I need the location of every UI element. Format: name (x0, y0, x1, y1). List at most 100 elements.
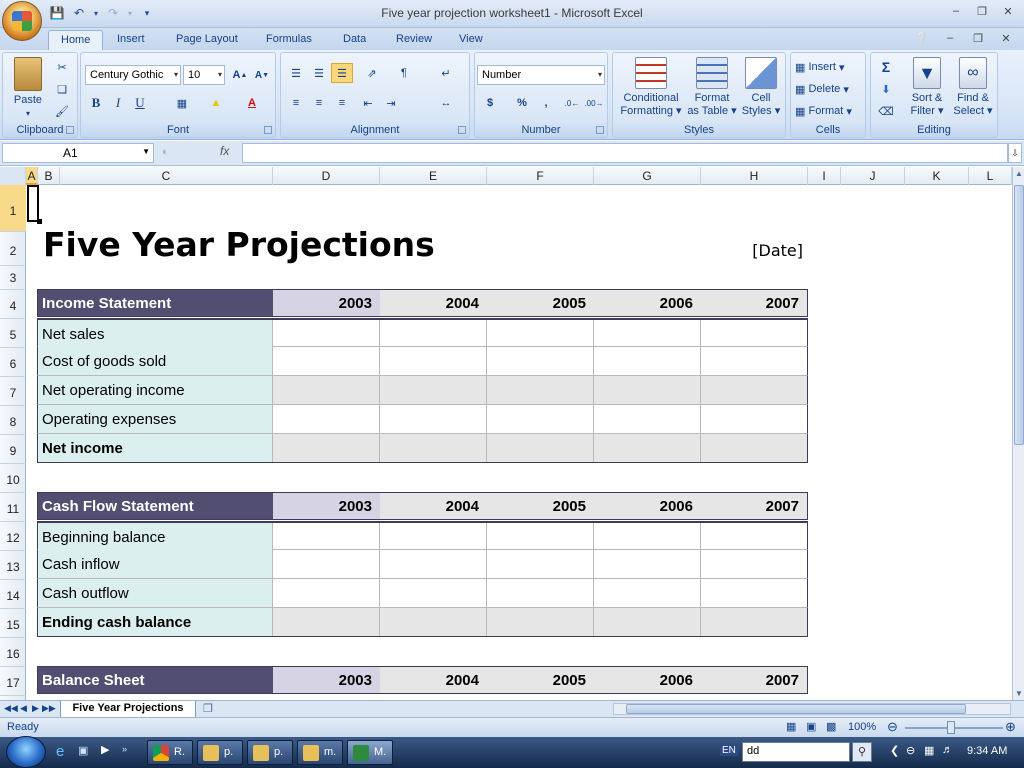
clipboard-launcher-icon[interactable] (66, 126, 74, 134)
ie-icon[interactable]: e (56, 743, 64, 760)
format-cells-button[interactable]: ▦ Format ▾ (795, 101, 852, 121)
number-launcher-icon[interactable] (596, 126, 604, 134)
select-all-button[interactable] (0, 167, 26, 185)
column-header-b[interactable]: B (38, 167, 60, 185)
data-cell[interactable] (594, 376, 701, 404)
row-header-8[interactable]: 8 (0, 406, 26, 435)
table-row[interactable]: Cost of goods sold (37, 347, 808, 376)
last-sheet-icon[interactable]: ▶▶ (42, 703, 56, 715)
row-header-15[interactable]: 15 (0, 609, 26, 638)
data-cell[interactable] (380, 434, 487, 462)
data-cell[interactable] (487, 579, 594, 607)
workbook-restore-icon[interactable]: ❐ (966, 29, 990, 47)
row-header-13[interactable]: 13 (0, 551, 26, 580)
data-cell[interactable] (594, 550, 701, 578)
sort-filter-button[interactable]: ▼ Sort & Filter ▾ (905, 57, 949, 118)
data-cell[interactable] (380, 523, 487, 551)
column-header-e[interactable]: E (380, 167, 487, 185)
taskbar-item-folder-2[interactable]: p. (247, 740, 293, 765)
taskbar-item-folder-3[interactable]: m. (297, 740, 343, 765)
search-icon[interactable]: ⚲ (852, 742, 872, 762)
merge-center-icon[interactable]: ↔ (435, 93, 457, 113)
horizontal-scrollbar[interactable] (613, 703, 1011, 715)
restore-icon[interactable]: ❐ (970, 2, 994, 20)
data-cell[interactable] (273, 523, 380, 551)
minimize-icon[interactable]: – (944, 2, 968, 20)
tab-review[interactable]: Review (384, 30, 444, 50)
data-cell[interactable] (380, 347, 487, 375)
column-header-d[interactable]: D (273, 167, 380, 185)
autosum-icon[interactable]: Σ (875, 57, 897, 77)
tab-formulas[interactable]: Formulas (254, 30, 324, 50)
prev-sheet-icon[interactable]: ◀ (18, 703, 29, 715)
font-name-combo[interactable]: Century Gothic ▾ (85, 65, 181, 85)
table-row[interactable]: Ending cash balance (37, 608, 808, 637)
comma-button[interactable]: , (535, 93, 557, 113)
workbook-close-icon[interactable]: ✕ (994, 29, 1018, 47)
start-button[interactable] (6, 736, 46, 768)
cut-icon[interactable]: ✂ (51, 57, 73, 77)
row-header-12[interactable]: 12 (0, 522, 26, 551)
data-cell[interactable] (380, 608, 487, 636)
network-icon[interactable]: ▦ (924, 744, 934, 757)
sheet-tab-five-year-projections[interactable]: Five Year Projections (60, 701, 196, 718)
font-color-icon[interactable]: A (241, 93, 263, 113)
data-cell[interactable] (487, 550, 594, 578)
column-header-k[interactable]: K (905, 167, 969, 185)
scroll-down-icon[interactable]: ▼ (1015, 689, 1023, 698)
currency-button[interactable]: $ (479, 93, 501, 113)
row-header-11[interactable]: 11 (0, 493, 26, 522)
find-select-button[interactable]: ∞ Find & Select ▾ (951, 57, 995, 118)
fill-color-icon[interactable]: ▲ (205, 93, 227, 113)
data-cell[interactable] (594, 523, 701, 551)
formula-bar-resize-icon[interactable]: ◐ (162, 146, 169, 158)
chevron-down-icon[interactable]: ▼ (142, 147, 150, 156)
conditional-formatting-button[interactable]: Conditional Formatting ▾ (617, 57, 685, 118)
copy-icon[interactable]: ❏ (51, 79, 73, 99)
data-cell[interactable] (273, 608, 380, 636)
column-header-l[interactable]: L (969, 167, 1012, 185)
table-row[interactable]: Net sales (37, 318, 808, 348)
align-center-icon[interactable]: ≡ (308, 93, 330, 113)
media-player-icon[interactable]: ▶ (101, 743, 109, 756)
row-header-14[interactable]: 14 (0, 580, 26, 609)
column-header-c[interactable]: C (60, 167, 273, 185)
insert-function-icon[interactable]: fx (220, 144, 229, 158)
row-header-17[interactable]: 17 (0, 667, 26, 696)
zoom-level[interactable]: 100% (848, 721, 876, 733)
quick-launch-more-icon[interactable]: » (122, 744, 127, 754)
data-cell[interactable] (380, 550, 487, 578)
vertical-scroll-thumb[interactable] (1014, 185, 1024, 445)
delete-cells-button[interactable]: ▦ Delete ▾ (795, 79, 849, 99)
data-cell[interactable] (487, 320, 594, 348)
data-cell[interactable] (487, 376, 594, 404)
data-cell[interactable] (273, 550, 380, 578)
shrink-font-icon[interactable]: A ▼ (251, 65, 273, 85)
wrap-text-icon[interactable]: ↵ (435, 63, 457, 83)
data-cell[interactable] (273, 434, 380, 462)
fill-icon[interactable]: ⬇ (875, 79, 897, 99)
data-cell[interactable] (273, 376, 380, 404)
data-cell[interactable] (273, 320, 380, 348)
tab-page-layout[interactable]: Page Layout (164, 30, 250, 50)
zoom-slider-handle[interactable] (947, 721, 955, 734)
data-cell[interactable] (594, 405, 701, 433)
vertical-scrollbar[interactable]: ▲ ▼ (1012, 167, 1024, 700)
scroll-up-icon[interactable]: ▲ (1015, 169, 1023, 178)
row-header-6[interactable]: 6 (0, 348, 26, 377)
insert-sheet-icon[interactable]: ❐ (203, 702, 213, 715)
align-middle-icon[interactable]: ☰ (308, 63, 330, 83)
worksheet-grid[interactable]: Five Year Projections [Date] Income Stat… (27, 185, 1012, 700)
office-button[interactable] (2, 1, 42, 41)
column-header-a[interactable]: A (26, 167, 38, 185)
row-header-5[interactable]: 5 (0, 319, 26, 348)
column-header-i[interactable]: I (808, 167, 841, 185)
clock[interactable]: 9:34 AM (967, 745, 1007, 757)
format-as-table-button[interactable]: Format as Table ▾ (687, 57, 737, 118)
page-break-view-icon[interactable]: ▩ (826, 720, 836, 733)
font-launcher-icon[interactable] (264, 126, 272, 134)
borders-icon[interactable]: ▦ (171, 93, 193, 113)
column-header-j[interactable]: J (841, 167, 905, 185)
workbook-minimize-icon[interactable]: – (938, 29, 962, 47)
close-icon[interactable]: ✕ (996, 2, 1020, 20)
